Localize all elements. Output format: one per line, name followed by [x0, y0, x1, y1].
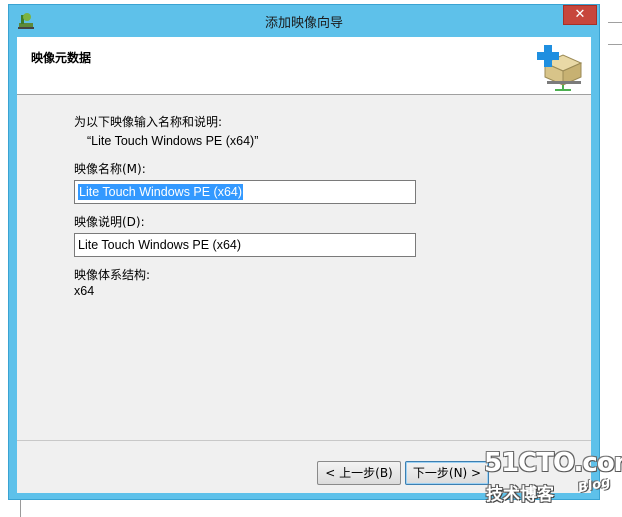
background-divider — [608, 44, 622, 45]
add-image-wizard-window: 添加映像向导 ✕ 映像元数据 为以下映像输入名称和说明: “Lite Touch… — [8, 4, 600, 500]
watermark-subtitle: 技术博客 — [486, 485, 554, 505]
wizard-client-area: 映像元数据 为以下映像输入名称和说明: “Lite Touch Windows … — [17, 37, 591, 493]
add-image-package-icon — [537, 45, 583, 91]
footer-divider — [17, 440, 591, 441]
image-description-label: 映像说明(D): — [74, 215, 145, 229]
window-title: 添加映像向导 — [264, 16, 343, 31]
source-image-name: “Lite Touch Windows PE (x64)” — [87, 134, 259, 148]
image-name-value: Lite Touch Windows PE (x64) — [78, 184, 244, 200]
close-button[interactable]: ✕ — [563, 5, 597, 25]
wizard-content: 为以下映像输入名称和说明: “Lite Touch Windows PE (x6… — [17, 96, 591, 440]
back-button[interactable]: < 上一步(B) — [317, 461, 401, 485]
image-architecture-label: 映像体系结构: — [74, 268, 151, 282]
title-bar[interactable]: 添加映像向导 ✕ — [9, 5, 599, 37]
image-name-label: 映像名称(M): — [74, 162, 146, 176]
page-title: 映像元数据 — [31, 51, 92, 65]
background-window-edge — [600, 0, 622, 517]
background-divider — [20, 500, 21, 517]
background-divider — [608, 22, 622, 23]
wizard-header: 映像元数据 — [17, 37, 591, 95]
instruction-text: 为以下映像输入名称和说明: — [74, 115, 223, 129]
image-description-field[interactable]: Lite Touch Windows PE (x64) — [74, 233, 416, 257]
image-description-value: Lite Touch Windows PE (x64) — [78, 238, 242, 252]
image-architecture-value: x64 — [74, 284, 95, 298]
watermark: 51CTO.com 技术博客 Blog — [482, 446, 622, 505]
watermark-logo-text: 51CTO.com — [484, 448, 622, 478]
image-name-field[interactable]: Lite Touch Windows PE (x64) — [74, 180, 416, 204]
close-icon: ✕ — [574, 7, 586, 22]
next-button[interactable]: 下一步(N) > — [405, 461, 489, 485]
